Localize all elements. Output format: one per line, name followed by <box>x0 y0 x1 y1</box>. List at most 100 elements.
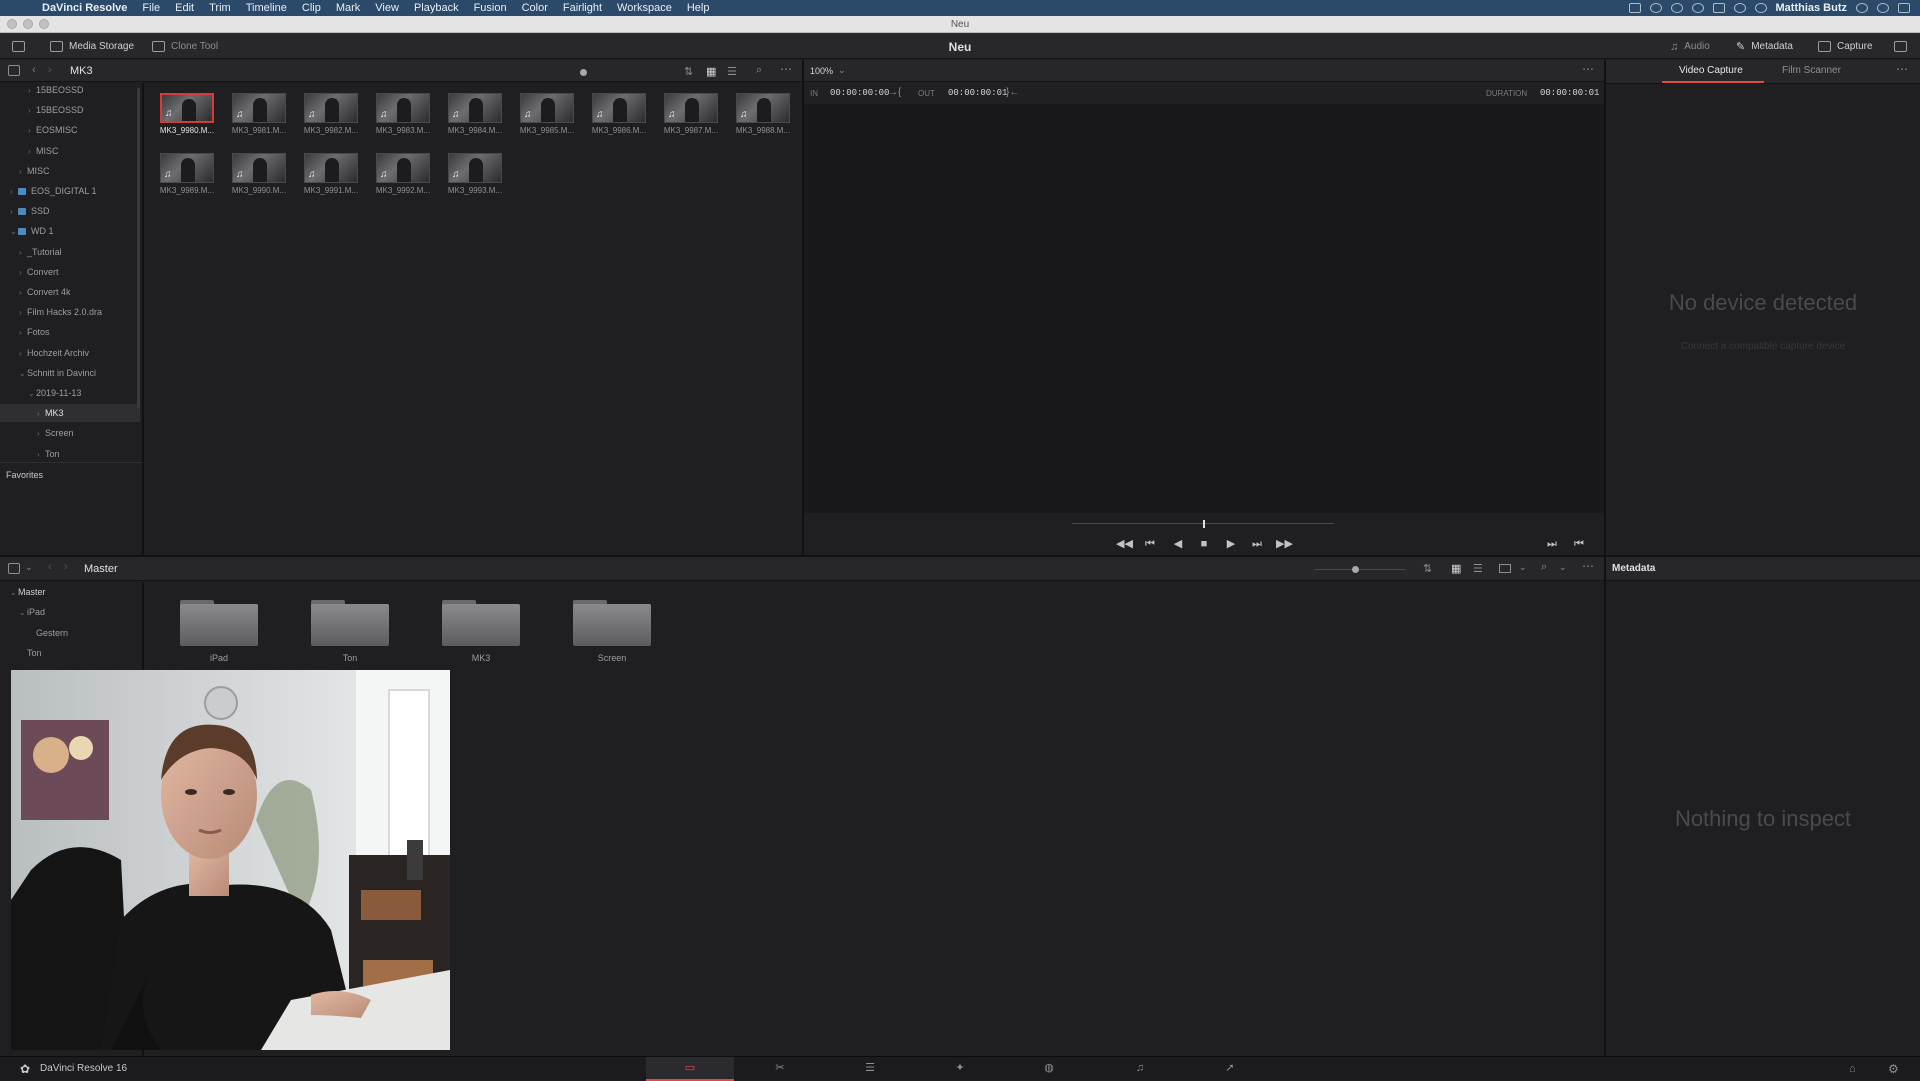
storage-tree-item[interactable]: › EOS_DIGITAL 1 <box>0 182 140 200</box>
screen-record-icon[interactable] <box>1628 3 1641 13</box>
storage-tree-item[interactable]: ⌄2019-11-13 <box>0 384 140 402</box>
menu-timeline[interactable]: Timeline <box>246 2 287 14</box>
back-arrow-icon[interactable]: ‹ <box>32 64 36 76</box>
chevron-down-icon[interactable]: ⌄ <box>28 385 36 403</box>
chevron-down-icon[interactable]: ⌄ <box>19 604 27 622</box>
fusion-page-icon[interactable]: ✦ <box>951 1062 969 1074</box>
chevron-down-icon[interactable]: ⌄ <box>25 562 33 573</box>
audio-button[interactable]: ♫ Audio <box>1670 39 1710 54</box>
go-to-end-icon[interactable]: ⏭ <box>1545 538 1559 550</box>
sort-icon[interactable]: ⇅ <box>1423 562 1432 575</box>
clip-thumbnail[interactable]: ♫ MK3_9990.M... <box>229 153 289 195</box>
edit-page-icon[interactable]: ☰ <box>861 1062 879 1074</box>
wifi-icon[interactable] <box>1733 3 1746 13</box>
menu-fusion[interactable]: Fusion <box>474 2 507 14</box>
storage-tree-item[interactable]: › _Tutorial <box>0 243 140 261</box>
chevron-right-icon[interactable]: › <box>19 284 27 302</box>
stop-icon[interactable]: ■ <box>1197 538 1211 550</box>
clone-tool-button[interactable]: Clone Tool <box>152 39 218 54</box>
chevron-down-icon[interactable]: ⌄ <box>1559 562 1567 573</box>
spotlight-search-icon[interactable] <box>1856 3 1868 13</box>
storage-tree-item[interactable]: › Convert 4k <box>0 283 140 301</box>
media-storage-button[interactable]: Media Storage <box>50 39 134 54</box>
settings-gear-icon[interactable]: ⚙ <box>1888 1062 1899 1076</box>
menu-color[interactable]: Color <box>522 2 548 14</box>
fast-forward-icon[interactable]: ▶▶ <box>1276 538 1293 550</box>
home-icon[interactable]: ⌂ <box>1849 1063 1856 1075</box>
storage-tree-item[interactable]: › EOSMISC <box>0 121 140 139</box>
chevron-right-icon[interactable]: › <box>28 82 36 100</box>
storage-tree-item[interactable]: › Fotos <box>0 323 140 341</box>
clip-thumbnail[interactable]: ♫ MK3_9982.M... <box>301 93 361 135</box>
tab-film-scanner[interactable]: Film Scanner <box>1782 65 1841 76</box>
storage-tree-item[interactable]: › SSD <box>0 202 140 220</box>
chevron-right-icon[interactable]: › <box>19 304 27 322</box>
clip-thumbnail[interactable]: ♫ MK3_9993.M... <box>445 153 505 195</box>
clip-thumbnail[interactable]: ♫ MK3_9981.M... <box>229 93 289 135</box>
storage-tree-item[interactable]: › MK3 <box>0 404 140 423</box>
clip-thumbnail[interactable]: ♫ MK3_9988.M... <box>733 93 793 135</box>
storage-tree-item[interactable]: › 15BEOSSD <box>0 101 140 119</box>
menu-mark[interactable]: Mark <box>336 2 360 14</box>
bin-tree-item[interactable]: ⌄iPad <box>0 603 140 621</box>
viewer-canvas[interactable] <box>804 104 1604 513</box>
menu-trim[interactable]: Trim <box>209 2 231 14</box>
pool-thumb-size-slider[interactable] <box>1352 566 1359 573</box>
grid-view-icon[interactable]: ▦ <box>1451 562 1461 575</box>
clip-thumbnail[interactable]: ♫ MK3_9983.M... <box>373 93 433 135</box>
mark-in-icon[interactable]: →{ <box>888 87 901 98</box>
menubar-user[interactable]: Matthias Butz <box>1776 2 1848 14</box>
forward-arrow-icon[interactable]: › <box>48 64 52 76</box>
storage-tree-item[interactable]: › MISC <box>0 162 140 180</box>
chevron-down-icon[interactable]: ⌄ <box>10 584 18 602</box>
chevron-right-icon[interactable]: › <box>19 264 27 282</box>
clip-thumbnail[interactable]: ♫ MK3_9980.M... <box>157 93 217 135</box>
go-to-start-icon[interactable]: ⏮ <box>1572 538 1586 550</box>
storage-tree-item[interactable]: › Ton <box>0 445 140 463</box>
bluetooth-icon[interactable] <box>1712 3 1725 13</box>
bin-folder[interactable]: iPad <box>179 600 259 663</box>
forward-arrow-icon[interactable]: › <box>64 561 68 573</box>
grid-view-icon[interactable]: ▦ <box>706 65 716 78</box>
menu-fairlight[interactable]: Fairlight <box>563 2 602 14</box>
chevron-down-icon[interactable]: ⌄ <box>1519 562 1527 573</box>
chevron-right-icon[interactable]: › <box>19 244 27 262</box>
menu-workspace[interactable]: Workspace <box>617 2 672 14</box>
storage-tree-item[interactable]: › Hochzeit Archiv <box>0 344 140 362</box>
mark-out-icon[interactable]: }← <box>1006 87 1019 98</box>
clip-thumbnail[interactable]: ♫ MK3_9989.M... <box>157 153 217 195</box>
bin-list-toggle-icon[interactable] <box>8 563 20 574</box>
creative-cloud-icon[interactable] <box>1649 3 1662 13</box>
chevron-right-icon[interactable]: › <box>37 405 45 423</box>
menu-file[interactable]: File <box>142 2 160 14</box>
chevron-down-icon[interactable]: ⌄ <box>10 223 18 241</box>
chevron-down-icon[interactable]: ⌄ <box>838 65 846 76</box>
fullscreen-button[interactable] <box>1894 39 1907 54</box>
window-minimize-button[interactable] <box>23 19 33 29</box>
chevron-down-icon[interactable]: ⌄ <box>19 365 27 383</box>
back-arrow-icon[interactable]: ‹ <box>48 561 52 573</box>
bin-tree-item[interactable]: Ton <box>0 644 140 662</box>
clock-icon[interactable] <box>1754 3 1767 13</box>
sort-icon[interactable]: ⇅ <box>684 65 693 78</box>
menu-edit[interactable]: Edit <box>175 2 194 14</box>
clip-thumbnail[interactable]: ♫ MK3_9987.M... <box>661 93 721 135</box>
clip-thumbnail[interactable]: ♫ MK3_9985.M... <box>517 93 577 135</box>
chevron-right-icon[interactable]: › <box>28 102 36 120</box>
storage-tree-item[interactable]: › 15BEOSSD <box>0 81 140 99</box>
clip-thumbnail[interactable]: ♫ MK3_9992.M... <box>373 153 433 195</box>
deliver-page-icon[interactable]: ➚ <box>1221 1062 1239 1074</box>
play-icon[interactable]: ▶ <box>1224 538 1238 550</box>
viewer-zoom[interactable]: 100% <box>810 66 833 76</box>
out-timecode[interactable]: 00:00:00:01 <box>948 88 1007 98</box>
window-close-button[interactable] <box>7 19 17 29</box>
chevron-right-icon[interactable]: › <box>19 345 27 363</box>
sidebar-toggle-icon[interactable] <box>8 65 20 76</box>
notification-center-icon[interactable] <box>1898 3 1910 13</box>
time-machine-icon[interactable] <box>1691 3 1704 13</box>
window-zoom-button[interactable] <box>39 19 49 29</box>
bin-folder[interactable]: Ton <box>310 600 390 663</box>
capture-more-icon[interactable]: ⋯ <box>1896 62 1908 76</box>
in-timecode[interactable]: 00:00:00:00 <box>830 88 889 98</box>
menu-help[interactable]: Help <box>687 2 710 14</box>
